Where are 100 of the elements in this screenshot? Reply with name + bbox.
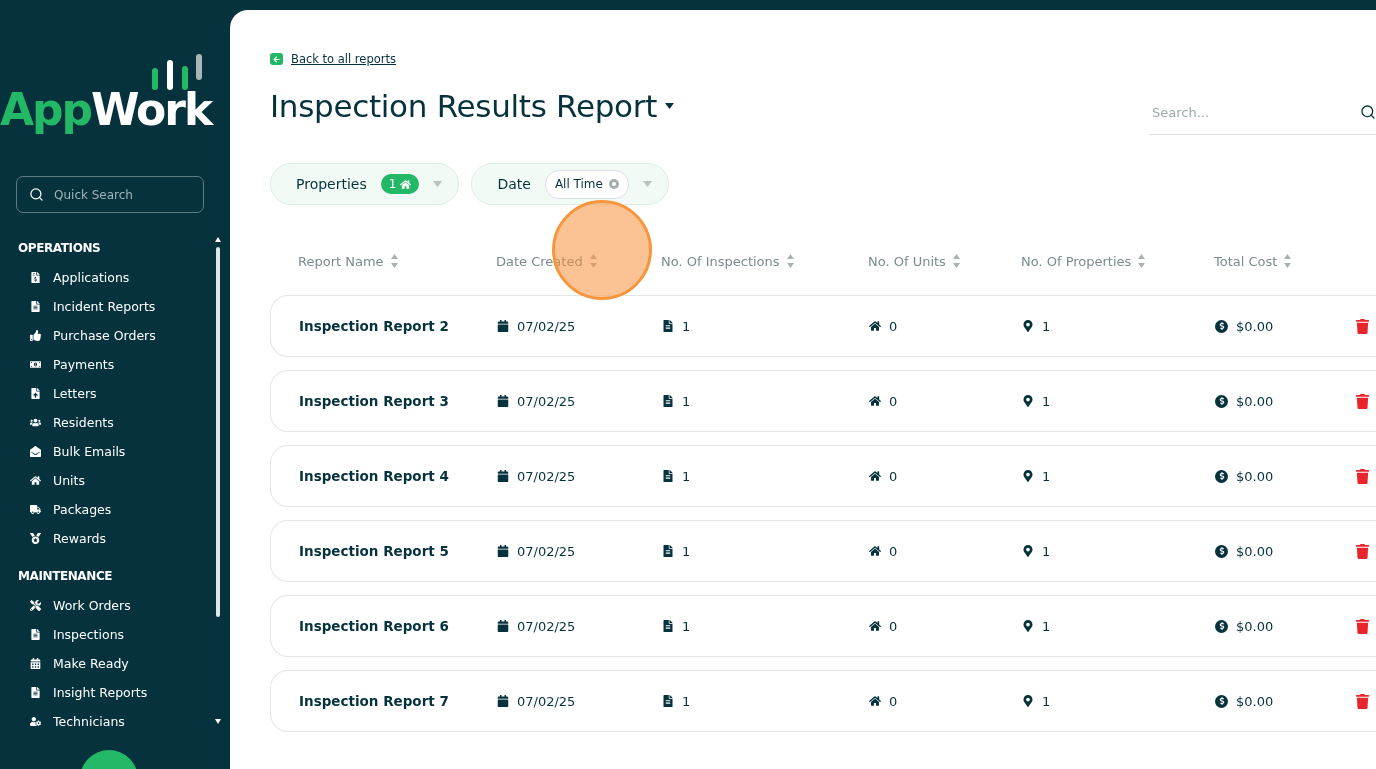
- dollar-icon: [1215, 544, 1228, 558]
- money-icon: [30, 359, 41, 370]
- delete-icon[interactable]: [1355, 543, 1370, 559]
- file-icon: [30, 388, 41, 399]
- properties-count: 1: [1042, 543, 1051, 559]
- nav-item[interactable]: Residents: [0, 408, 214, 437]
- back-link[interactable]: Back to all reports: [270, 52, 396, 66]
- properties-count: 1: [1042, 468, 1051, 484]
- report-row[interactable]: Inspection Report 2 07/02/25 1 0 1 $0.00: [270, 295, 1376, 357]
- delete-icon[interactable]: [1355, 393, 1370, 409]
- nav-item[interactable]: Units: [0, 466, 214, 495]
- nav-item[interactable]: Payments: [0, 350, 214, 379]
- column-header[interactable]: No. Of Inspections: [661, 253, 780, 269]
- document-icon: [662, 320, 674, 332]
- filter-button[interactable]: Properties 1: [270, 163, 460, 205]
- calendar-icon: [497, 395, 509, 407]
- nav-item[interactable]: Applications: [0, 263, 214, 292]
- back-arrow-icon: [270, 53, 283, 65]
- nav-item[interactable]: Letters: [0, 379, 214, 408]
- dollar-icon: [1215, 619, 1228, 633]
- report-row[interactable]: Inspection Report 7 07/02/25 1 0 1 $0.00: [270, 670, 1376, 732]
- filter-label: Properties: [296, 176, 367, 192]
- nav-item[interactable]: Incident Reports: [0, 292, 214, 321]
- nav-item[interactable]: Packages: [0, 495, 214, 524]
- report-name: Inspection Report 6: [299, 618, 450, 634]
- document-icon: [30, 301, 41, 312]
- properties-count: 1: [1042, 393, 1051, 409]
- column-header[interactable]: No. Of Properties: [1021, 253, 1132, 269]
- units-count: 0: [889, 393, 898, 409]
- document-icon: [662, 620, 674, 632]
- tools-icon: [30, 600, 41, 611]
- dollar-icon: [1215, 319, 1228, 333]
- calendar-icon: [497, 620, 509, 632]
- nav-item[interactable]: Rewards: [0, 524, 214, 553]
- total-cost: $0.00: [1236, 393, 1274, 409]
- delete-icon[interactable]: [1355, 318, 1370, 334]
- map-pin-icon: [1022, 470, 1034, 482]
- nav-item[interactable]: Inspections: [0, 620, 214, 649]
- nav-item[interactable]: Technicians: [0, 707, 214, 736]
- house-icon: [400, 178, 412, 190]
- house-icon: [869, 470, 881, 482]
- inspections-count: 1: [682, 618, 691, 634]
- filter-chip[interactable]: All Time: [544, 169, 629, 199]
- user-gear-icon: [30, 716, 41, 727]
- properties-count: 1: [1042, 693, 1051, 709]
- filter-label: Date: [497, 176, 531, 192]
- map-pin-icon: [1022, 395, 1034, 407]
- page-title: Inspection Results Report: [270, 87, 658, 124]
- properties-count: 1: [1042, 318, 1051, 334]
- inspections-count: 1: [682, 318, 691, 334]
- dollar-icon: [1215, 694, 1228, 708]
- column-header[interactable]: Report Name: [298, 253, 384, 269]
- caret-icon: [642, 181, 652, 187]
- total-cost: $0.00: [1236, 618, 1274, 634]
- delete-icon[interactable]: [1355, 468, 1370, 484]
- report-name: Inspection Report 4: [299, 468, 450, 484]
- map-pin-icon: [1022, 695, 1034, 707]
- nav-item[interactable]: Bulk Emails: [0, 437, 214, 466]
- total-cost: $0.00: [1236, 543, 1274, 559]
- search-box[interactable]: Search...: [1150, 90, 1376, 135]
- column-header[interactable]: No. Of Units: [868, 253, 946, 269]
- total-cost: $0.00: [1236, 318, 1274, 334]
- inspections-count: 1: [682, 543, 691, 559]
- nav-item[interactable]: Work Orders: [0, 591, 214, 620]
- map-pin-icon: [1022, 620, 1034, 632]
- map-pin-icon: [1022, 320, 1034, 332]
- document-icon: [30, 629, 41, 640]
- calendar-icon: [497, 695, 509, 707]
- total-cost: $0.00: [1236, 693, 1274, 709]
- report-row[interactable]: Inspection Report 6 07/02/25 1 0 1 $0.00: [270, 595, 1376, 657]
- thumbs-up-icon: [30, 330, 41, 341]
- count-badge: 1: [380, 174, 420, 194]
- inspections-count: 1: [682, 393, 691, 409]
- quick-search-box[interactable]: Quick Search: [16, 176, 204, 213]
- house-icon: [869, 320, 881, 332]
- calendar-icon: [30, 658, 41, 669]
- nav-item[interactable]: Make Ready: [0, 649, 214, 678]
- report-row[interactable]: Inspection Report 5 07/02/25 1 0 1 $0.00: [270, 520, 1376, 582]
- filter-button[interactable]: Date All Time: [471, 163, 669, 205]
- column-header[interactable]: Total Cost: [1214, 253, 1278, 269]
- house-icon: [869, 545, 881, 557]
- units-count: 0: [889, 543, 898, 559]
- total-cost: $0.00: [1236, 468, 1274, 484]
- report-row[interactable]: Inspection Report 3 07/02/25 1 0 1 $0.00: [270, 370, 1376, 432]
- calendar-icon: [497, 470, 509, 482]
- caret-icon[interactable]: [665, 102, 675, 109]
- document-icon: [662, 545, 674, 557]
- medal-icon: [30, 533, 41, 544]
- inspections-count: 1: [682, 693, 691, 709]
- delete-icon[interactable]: [1355, 618, 1370, 634]
- calendar-icon: [497, 320, 509, 332]
- units-count: 0: [889, 468, 898, 484]
- nav-item[interactable]: Purchase Orders: [0, 321, 214, 350]
- quick-search-field[interactable]: Quick Search: [52, 186, 186, 203]
- nav-item[interactable]: Insight Reports: [0, 678, 214, 707]
- truck-icon: [30, 504, 41, 515]
- delete-icon[interactable]: [1355, 693, 1370, 709]
- calendar-icon: [497, 545, 509, 557]
- report-row[interactable]: Inspection Report 4 07/02/25 1 0 1 $0.00: [270, 445, 1376, 507]
- report-name: Inspection Report 5: [299, 543, 450, 559]
